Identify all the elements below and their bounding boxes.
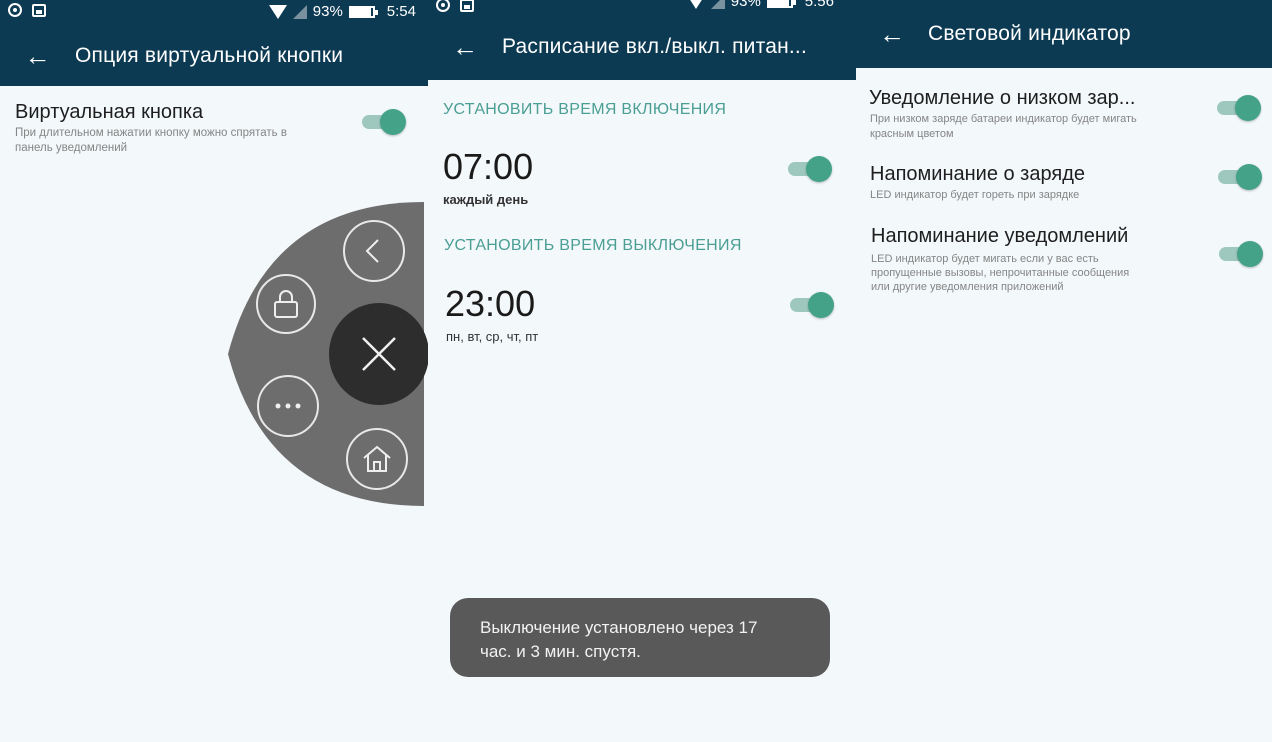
back-arrow-icon[interactable]: ←: [428, 34, 502, 60]
image-icon: [460, 0, 474, 12]
power-off-toggle[interactable]: [790, 292, 834, 318]
charging-reminder-toggle[interactable]: [1218, 164, 1262, 190]
virtual-button-panel: 93% 5:54 ← Опция виртуальной кнопки Вирт…: [0, 0, 428, 742]
battery-percent: 93%: [730, 0, 761, 10]
image-icon: [32, 3, 46, 17]
shutdown-toast: Выключение установлено через 17 час. и 3…: [450, 598, 830, 677]
setting-description-line1: При низком заряде батареи индикатор буде…: [870, 113, 1137, 125]
setting-title: Уведомление о низком зар...: [869, 87, 1136, 109]
record-icon: [8, 3, 22, 17]
led-indicator-panel: ← Световой индикатор Уведомление о низко…: [856, 0, 1272, 742]
setting-title: Виртуальная кнопка: [15, 101, 204, 123]
notification-reminder-toggle[interactable]: [1219, 241, 1263, 267]
status-time: 5:56: [804, 0, 834, 10]
power-on-time: 07:00: [443, 146, 534, 187]
more-icon[interactable]: [257, 375, 319, 437]
setting-description-line1: LED индикатор будет гореть при зарядке: [870, 189, 1080, 201]
power-off-time: 23:00: [445, 283, 536, 324]
battery-icon: [766, 0, 796, 8]
back-arrow-icon[interactable]: ←: [856, 21, 928, 47]
back-arrow-icon[interactable]: ←: [0, 43, 75, 69]
setting-description-line2: красным цветом: [870, 128, 954, 140]
battery-icon: [348, 5, 378, 18]
signal-icon: [710, 0, 725, 9]
close-icon[interactable]: [329, 303, 428, 405]
status-bar: 93% 5:54: [0, 0, 428, 26]
signal-icon: [292, 4, 307, 19]
lock-icon[interactable]: [256, 274, 316, 334]
page-title: Расписание вкл./выкл. питан...: [502, 35, 807, 58]
power-off-heading: УСТАНОВИТЬ ВРЕМЯ ВЫКЛЮЧЕНИЯ: [444, 237, 742, 254]
power-on-days: каждый день: [443, 192, 529, 207]
setting-description-line2: пропущенные вызовы, непрочитанные сообще…: [871, 267, 1130, 279]
wifi-icon: [686, 0, 705, 9]
back-icon[interactable]: [343, 220, 405, 282]
app-bar: ← Световой индикатор: [856, 0, 1272, 68]
screenshot-collage: 93% 5:54 ← Опция виртуальной кнопки Вирт…: [0, 0, 1272, 742]
setting-description-line2: панель уведомлений: [15, 142, 128, 154]
toast-line1: Выключение установлено через 17: [480, 618, 758, 637]
home-icon[interactable]: [346, 428, 408, 490]
virtual-button-toggle[interactable]: [362, 109, 406, 135]
power-on-heading: УСТАНОВИТЬ ВРЕМЯ ВКЛЮЧЕНИЯ: [443, 101, 727, 118]
setting-description-line3: или другие уведомления приложений: [871, 281, 1064, 293]
setting-title: Напоминание уведомлений: [871, 225, 1129, 247]
setting-description-line1: LED индикатор будет мигать если у вас ес…: [871, 253, 1099, 265]
page-title: Световой индикатор: [928, 22, 1131, 45]
status-time: 5:54: [386, 3, 416, 20]
setting-title: Напоминание о заряде: [870, 163, 1085, 185]
low-battery-toggle[interactable]: [1217, 95, 1261, 121]
setting-description-line1: При длительном нажатии кнопку можно спря…: [15, 127, 287, 139]
virtual-button-menu: [228, 202, 428, 506]
app-bar: ← Расписание вкл./выкл. питан...: [428, 14, 856, 80]
battery-percent: 93%: [312, 3, 343, 20]
app-bar: ← Опция виртуальной кнопки: [0, 26, 428, 86]
wifi-icon: [268, 4, 287, 19]
record-icon: [436, 0, 450, 12]
toast-line2: час. и 3 мин. спустя.: [480, 642, 641, 661]
status-bar: 93% 5:56: [428, 0, 856, 14]
power-off-days: пн, вт, ср, чт, пт: [446, 329, 539, 344]
page-title: Опция виртуальной кнопки: [75, 44, 344, 67]
power-on-toggle[interactable]: [788, 156, 832, 182]
